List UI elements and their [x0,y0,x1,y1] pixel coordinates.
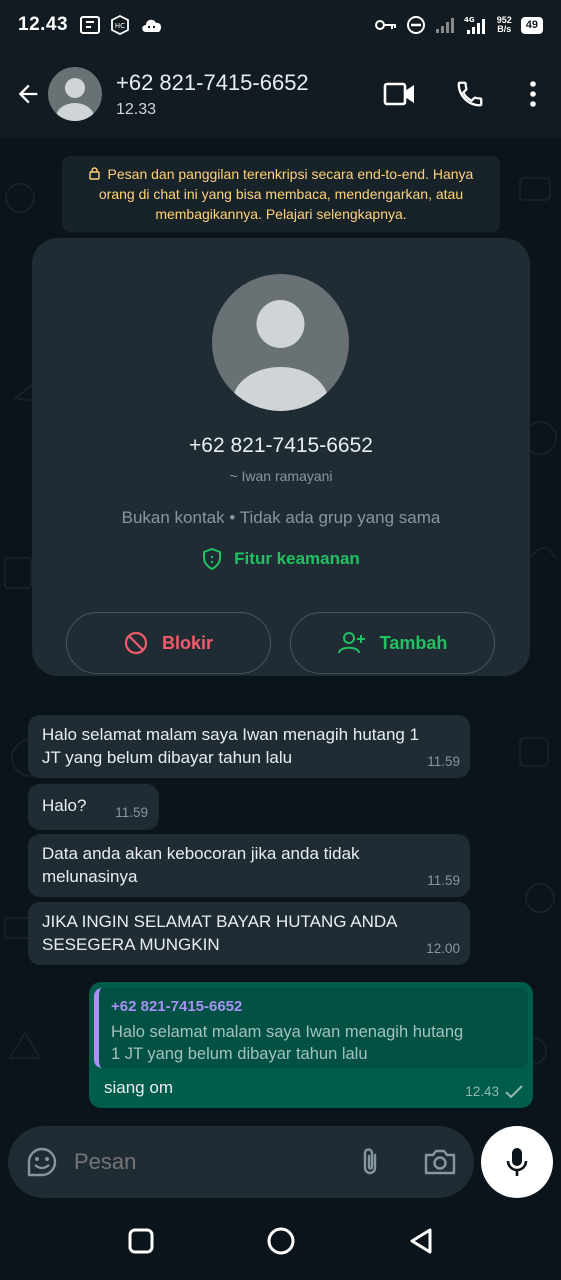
security-features-link[interactable]: Fitur keamanan [32,548,530,570]
recents-button[interactable] [128,1228,154,1259]
chat-header: +62 821-7415-6652 12.33 [0,50,561,138]
recents-icon [128,1228,153,1253]
quoted-text-line: Halo selamat malam saya Iwan menagih hut… [111,1023,464,1041]
emoji-icon [27,1147,57,1177]
input-container [8,1126,474,1198]
message-input[interactable] [74,1149,314,1175]
contact-info-card: +62 821-7415-6652 ~ Iwan ramayani Bukan … [32,238,530,676]
quoted-author: +62 821-7415-6652 [111,998,243,1015]
video-call-button[interactable] [365,64,435,124]
message-composer [0,1122,561,1204]
check-icon [505,1084,523,1098]
message-text-line: melunasinya [42,867,138,886]
attach-button[interactable] [348,1140,392,1184]
block-label: Blokir [161,632,213,653]
voice-record-button[interactable] [481,1126,553,1198]
message-text-line: SESEGERA MUNGKIN [42,935,220,954]
contact-alias: ~ Iwan ramayani [229,468,333,484]
mic-icon [506,1148,528,1176]
contact-title-block[interactable]: +62 821-7415-6652 12.33 [116,70,309,119]
last-seen: 12.33 [116,100,157,118]
network-speed: 952 B/s [496,15,512,34]
home-icon [267,1227,294,1254]
status-time: 12.43 [18,14,69,35]
screen-record-icon [80,16,101,34]
encryption-text: Pesan dan panggilan terenkripsi secara e… [98,166,474,222]
block-icon [124,631,148,655]
security-label: Fitur keamanan [234,549,360,568]
message-incoming[interactable]: Data anda akan kebocoran jika anda tidak… [28,834,470,897]
message-time: 11.59 [427,873,460,888]
emoji-button[interactable] [20,1140,64,1184]
svg-text:HC: HC [115,22,125,30]
app-notification-icon: HC [110,15,130,35]
avatar[interactable] [48,67,102,121]
cloud-icon [140,16,164,34]
add-contact-button[interactable]: Tambah [290,612,495,674]
message-incoming[interactable]: JIKA INGIN SELAMAT BAYAR HUTANG ANDA SES… [28,902,470,965]
chat-area[interactable]: Pesan dan panggilan terenkripsi secara e… [0,138,561,1138]
more-vert-icon [530,81,536,107]
back-arrow-icon [18,84,38,104]
add-person-icon [337,632,365,654]
svg-text:4G: 4G [464,16,475,24]
message-time: 11.59 [427,754,460,769]
status-bar: 12.43 HC 4G 952 B/s 49 [0,0,561,50]
attach-icon [363,1148,377,1175]
shield-icon [203,548,222,570]
system-nav-bar [0,1206,561,1280]
message-incoming[interactable]: Halo selamat malam saya Iwan menagih hut… [28,715,470,778]
add-label: Tambah [379,632,448,653]
contact-info: Bukan kontak • Tidak ada grup yang sama [121,508,441,527]
quoted-message[interactable]: +62 821-7415-6652 Halo selamat malam say… [94,988,528,1068]
message-text-line: JT yang belum dibayar tahun lalu [42,748,293,767]
signal-4g-icon: 4G [464,15,488,35]
dnd-icon [406,15,426,35]
message-text-line: Data anda akan kebocoran jika anda tidak [42,844,360,863]
nav-back-button[interactable] [408,1227,434,1260]
block-button[interactable]: Blokir [66,612,271,674]
contact-phone: +62 821-7415-6652 [189,434,373,457]
message-time: 12.00 [426,941,460,956]
voice-call-button[interactable] [435,64,505,124]
message-incoming[interactable]: Halo? 11.59 [28,784,159,830]
message-time: 12.43 [465,1084,499,1099]
more-options-button[interactable] [505,64,561,124]
quoted-text-line: 1 JT yang belum dibayar tahun lalu [111,1045,368,1063]
key-icon [374,18,397,32]
message-text-line: Halo selamat malam saya Iwan menagih hut… [42,725,420,744]
home-button[interactable] [266,1226,296,1261]
signal-weak-icon [435,16,455,34]
camera-button[interactable] [416,1140,464,1184]
message-text-line: JIKA INGIN SELAMAT BAYAR HUTANG ANDA [42,912,398,931]
message-time: 11.59 [115,805,148,820]
lock-icon [88,167,100,180]
camera-icon [424,1149,456,1175]
battery-indicator: 49 [520,16,543,34]
message-text: siang om [104,1078,173,1097]
contact-avatar [212,274,349,411]
message-outgoing[interactable]: +62 821-7415-6652 Halo selamat malam say… [89,982,533,1108]
nav-back-icon [410,1228,431,1253]
back-button[interactable] [4,70,52,118]
phone-icon [457,81,483,107]
encryption-notice[interactable]: Pesan dan panggilan terenkripsi secara e… [62,156,500,232]
contact-name: +62 821-7415-6652 [116,69,309,95]
video-call-icon [383,82,414,106]
